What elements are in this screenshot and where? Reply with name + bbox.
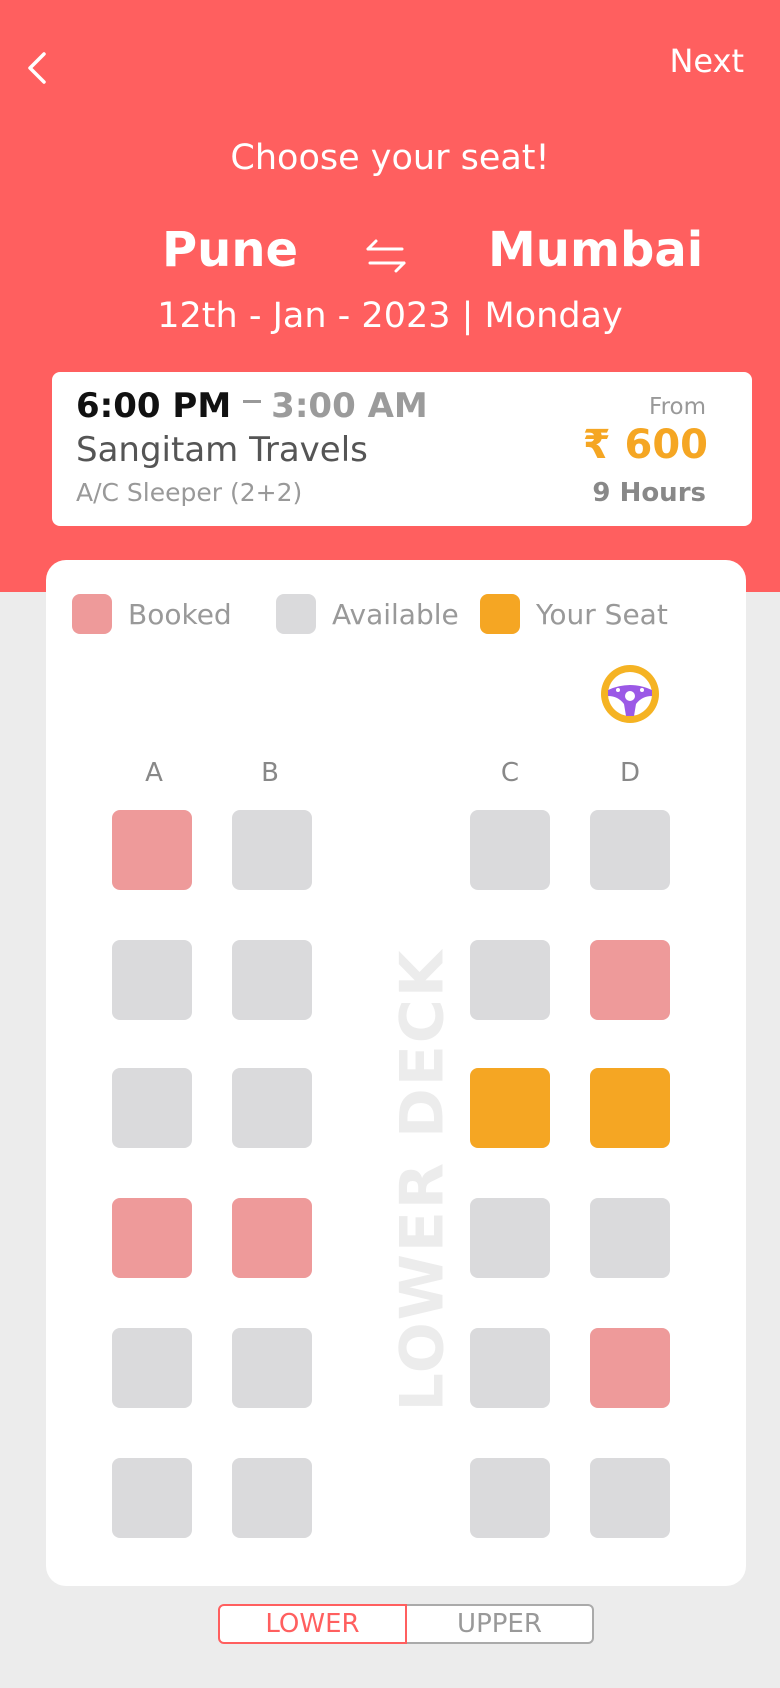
seat-a4-booked <box>112 1198 192 1278</box>
deck-watermark: LOWER DECK <box>387 949 457 1412</box>
seat-c6-available[interactable] <box>470 1458 550 1538</box>
seat-a5-available[interactable] <box>112 1328 192 1408</box>
booked-swatch <box>72 594 112 634</box>
time-separator <box>243 400 262 403</box>
legend-booked-label: Booked <box>128 597 232 631</box>
to-city: Mumbai <box>488 222 704 278</box>
seat-d2-booked <box>590 940 670 1020</box>
arrival-time: 3:00 AM <box>271 386 428 426</box>
column-label-a: A <box>145 758 163 788</box>
seat-c5-available[interactable] <box>470 1328 550 1408</box>
deck-toggle: LOWER UPPER <box>218 1604 594 1644</box>
seat-b6-available[interactable] <box>232 1458 312 1538</box>
page-title: Choose your seat! <box>230 138 550 178</box>
seat-b1-available[interactable] <box>232 810 312 890</box>
seat-d5-booked <box>590 1328 670 1408</box>
deck-name: LOWER DECK <box>387 948 457 1412</box>
trip-card: 6:00 PM 3:00 AM Sangitam Travels A/C Slee… <box>52 372 752 526</box>
seat-b4-booked <box>232 1198 312 1278</box>
swap-arrows-icon[interactable] <box>364 236 408 276</box>
chevron-left-icon[interactable] <box>24 48 54 88</box>
column-label-b: B <box>261 758 279 788</box>
tab-lower-deck[interactable]: LOWER <box>218 1604 407 1644</box>
time-row: 6:00 PM 3:00 AM <box>76 386 428 426</box>
fare-price: ₹ 600 <box>582 422 708 468</box>
seat-c3-selected[interactable] <box>470 1068 550 1148</box>
seat-c1-available[interactable] <box>470 810 550 890</box>
legend-your-seat: Your Seat <box>480 594 668 634</box>
seat-b5-available[interactable] <box>232 1328 312 1408</box>
seat-a2-available[interactable] <box>112 940 192 1020</box>
seat-d1-available[interactable] <box>590 810 670 890</box>
bus-type: A/C Sleeper (2+2) <box>76 478 303 507</box>
your-seat-swatch <box>480 594 520 634</box>
legend-available: Available <box>276 594 459 634</box>
column-label-c: C <box>500 758 520 788</box>
seat-a3-available[interactable] <box>112 1068 192 1148</box>
legend-your-seat-label: Your Seat <box>536 597 668 631</box>
seat-c2-available[interactable] <box>470 940 550 1020</box>
seat-map-panel: Booked Available Your Seat A B C D LOWER… <box>46 560 746 1586</box>
tab-upper-deck[interactable]: UPPER <box>407 1604 594 1644</box>
seat-b2-available[interactable] <box>232 940 312 1020</box>
from-city: Pune <box>162 222 299 278</box>
seat-d6-available[interactable] <box>590 1458 670 1538</box>
next-button[interactable]: Next <box>669 42 744 80</box>
seat-d3-selected[interactable] <box>590 1068 670 1148</box>
travel-date: 12th - Jan - 2023 | Monday <box>157 296 623 336</box>
seat-b3-available[interactable] <box>232 1068 312 1148</box>
trip-duration: 9 Hours <box>592 478 706 508</box>
legend-booked: Booked <box>72 594 232 634</box>
seat-d4-available[interactable] <box>590 1198 670 1278</box>
seat-a6-available[interactable] <box>112 1458 192 1538</box>
seat-c4-available[interactable] <box>470 1198 550 1278</box>
column-label-d: D <box>619 758 641 788</box>
seat-a1-booked <box>112 810 192 890</box>
legend-available-label: Available <box>332 597 459 631</box>
steering-wheel-icon <box>601 665 659 723</box>
operator-name: Sangitam Travels <box>76 430 368 470</box>
departure-time: 6:00 PM <box>76 386 232 426</box>
available-swatch <box>276 594 316 634</box>
from-label: From <box>649 394 706 420</box>
